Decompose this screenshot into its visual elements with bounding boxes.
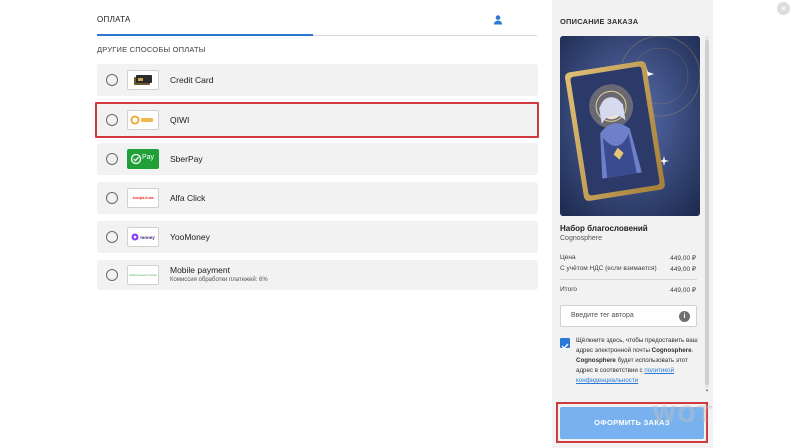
checkout-panel: ОПЛАТА ДРУГИЕ СПОСОБЫ ОПЛАТЫ Credit Card… xyxy=(85,0,547,448)
qiwi-logo xyxy=(127,110,159,130)
payment-option-label: SberPay xyxy=(170,154,203,164)
total-label: Итого xyxy=(560,286,578,293)
tab-active-underline xyxy=(97,34,313,36)
payment-option-label: Alfa Click xyxy=(170,193,206,203)
order-summary-panel: ОПИСАНИЕ ЗАКАЗА Набор благословений Cogn… xyxy=(552,0,713,448)
alfa-click-logo-text: Альфа-Клик xyxy=(132,196,154,200)
product-developer: Cognosphere xyxy=(560,235,603,242)
email-consent-checkbox[interactable] xyxy=(560,338,570,350)
user-icon[interactable] xyxy=(492,13,504,25)
total-value: 449,00 ₽ xyxy=(670,287,696,294)
radio-yoomoney[interactable] xyxy=(106,231,118,243)
creator-tag-input[interactable]: Введите тег автора i xyxy=(560,305,697,327)
radio-mobile-payment[interactable] xyxy=(106,269,118,281)
sberpay-logo: Pay xyxy=(127,149,159,169)
radio-alfa-click[interactable] xyxy=(106,192,118,204)
payment-option-yoomoney[interactable]: money YooMoney xyxy=(97,221,538,253)
radio-credit-card[interactable] xyxy=(106,74,118,86)
tab-bar: ОПЛАТА xyxy=(97,0,537,36)
consent-publisher: Cognosphere xyxy=(651,347,692,354)
radio-qiwi[interactable] xyxy=(106,114,118,126)
consent-text-part: . xyxy=(691,347,694,354)
price-value: 449,00 ₽ xyxy=(670,255,696,262)
right-margin xyxy=(713,0,800,448)
payment-option-label: YooMoney xyxy=(170,232,210,242)
payment-option-mobile-payment[interactable]: Мобильный платёж Mobile payment Комиссия… xyxy=(97,260,538,290)
creator-tag-placeholder: Введите тег автора xyxy=(571,312,634,319)
payment-option-qiwi[interactable]: QIWI xyxy=(97,104,538,136)
site-watermark: WOT xyxy=(652,403,713,428)
info-icon[interactable]: i xyxy=(679,311,690,322)
payment-option-sberpay[interactable]: Pay SberPay xyxy=(97,143,538,175)
credit-card-icon xyxy=(127,70,159,90)
payment-option-label: Credit Card xyxy=(170,75,214,85)
vat-value: 449,00 ₽ xyxy=(670,266,696,273)
mobile-payment-logo: Мобильный платёж xyxy=(127,265,159,285)
section-title: ДРУГИЕ СПОСОБЫ ОПЛАТЫ xyxy=(97,45,206,54)
payment-option-alfa-click[interactable]: Альфа-Клик Alfa Click xyxy=(97,182,538,214)
payment-option-label: QIWI xyxy=(170,115,190,125)
product-artwork xyxy=(560,36,700,216)
alfa-click-logo: Альфа-Клик xyxy=(127,188,159,208)
scroll-down-arrow[interactable]: ▾ xyxy=(705,388,709,394)
payment-option-sublabel: Комиссия обработки платежей: 6% xyxy=(170,277,268,283)
tab-payment[interactable]: ОПЛАТА xyxy=(97,15,131,24)
left-margin xyxy=(0,0,85,448)
radio-sberpay[interactable] xyxy=(106,153,118,165)
product-name: Набор благословений xyxy=(560,224,648,233)
consent-publisher: Cognosphere xyxy=(576,357,616,364)
price-label: Цена xyxy=(560,254,576,261)
yoomoney-logo-text: money xyxy=(140,234,155,240)
totals-divider xyxy=(560,279,697,280)
sberpay-logo-text: Pay xyxy=(142,154,155,161)
payment-option-credit-card[interactable]: Credit Card xyxy=(97,64,538,96)
scrollbar-thumb[interactable] xyxy=(705,40,709,385)
vat-label: С учётом НДС (если взимается) xyxy=(560,265,657,272)
close-button[interactable]: × xyxy=(777,2,790,15)
payment-option-label: Mobile payment xyxy=(170,265,231,275)
checkout-page: ОПЛАТА ДРУГИЕ СПОСОБЫ ОПЛАТЫ Credit Card… xyxy=(0,0,800,448)
email-consent-text: Щёлкните здесь, чтобы предоставить ваш а… xyxy=(576,336,698,396)
order-summary-title: ОПИСАНИЕ ЗАКАЗА xyxy=(560,17,639,26)
yoomoney-logo: money xyxy=(127,227,159,247)
mobile-payment-logo-text: Мобильный платёж xyxy=(129,273,157,277)
